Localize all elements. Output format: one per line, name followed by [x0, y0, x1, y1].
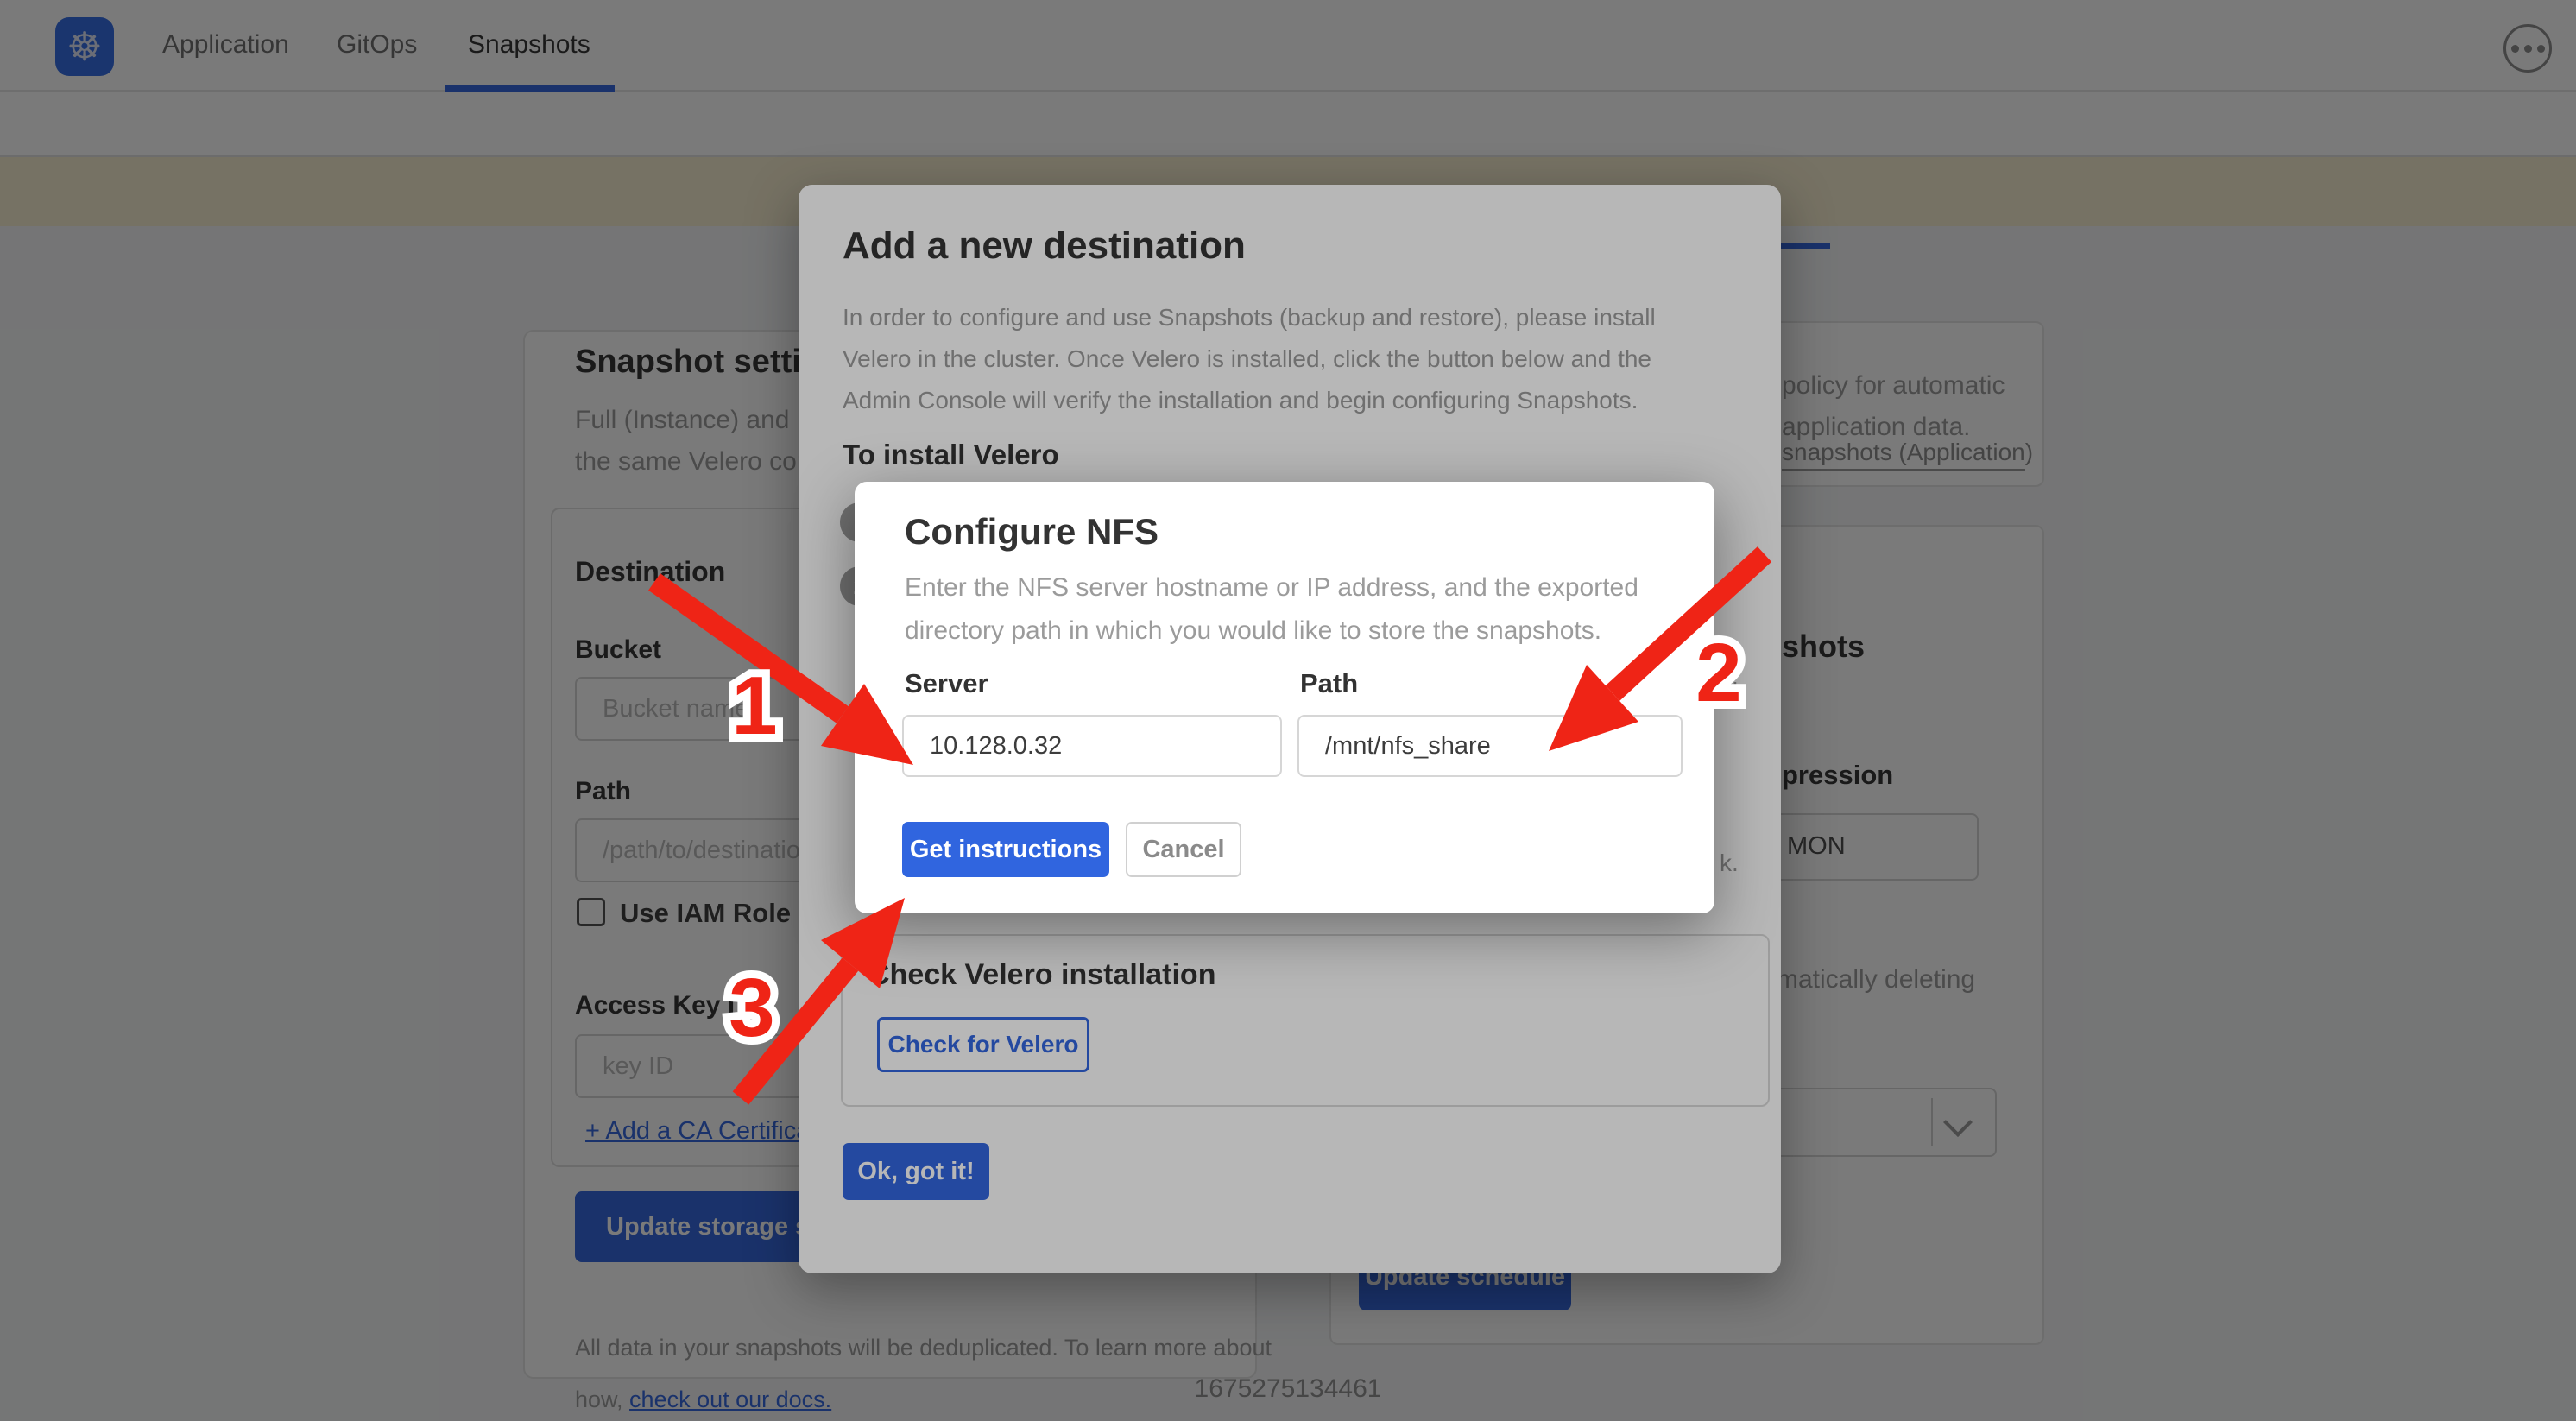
get-instructions-button[interactable]: Get instructions	[902, 822, 1109, 877]
configure-nfs-title: Configure NFS	[905, 511, 1159, 553]
nfs-path-label: Path	[1300, 668, 1358, 699]
admin-console-screen: ☸ Application GitOps Snapshots Full Snap…	[0, 0, 2576, 1421]
nfs-body-line1: Enter the NFS server hostname or IP addr…	[905, 573, 1638, 603]
cancel-button[interactable]: Cancel	[1126, 822, 1241, 877]
nfs-path-input[interactable]	[1297, 715, 1683, 777]
nfs-server-input[interactable]	[902, 715, 1282, 777]
server-label: Server	[905, 668, 988, 699]
nfs-body-line2: directory path in which you would like t…	[905, 616, 1601, 646]
